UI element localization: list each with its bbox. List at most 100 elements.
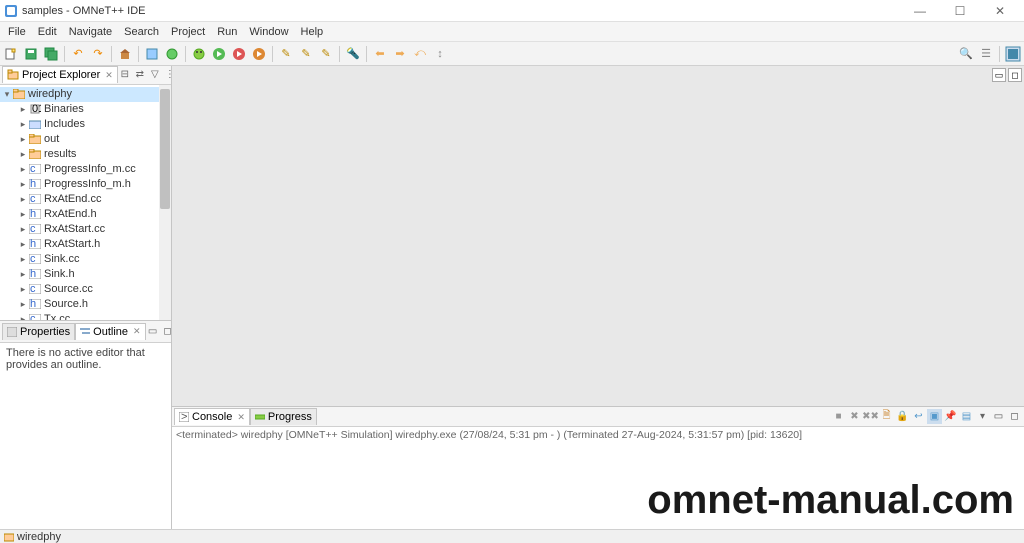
- statusbar: wiredphy: [0, 529, 1024, 543]
- scroll-lock-icon[interactable]: 🔒: [895, 409, 910, 424]
- minimize-view-icon[interactable]: ▭: [991, 409, 1006, 424]
- run-button[interactable]: [210, 45, 228, 63]
- link-editor-icon[interactable]: ⇄: [133, 68, 147, 82]
- tree-item[interactable]: ▸results: [0, 147, 171, 162]
- tree-item[interactable]: ▸hRxAtStart.h: [0, 237, 171, 252]
- external-tools-button[interactable]: [250, 45, 268, 63]
- close-icon[interactable]: ✕: [237, 412, 245, 423]
- nav-last-edit-button[interactable]: ⤺: [411, 45, 429, 63]
- tree-project-root[interactable]: ▾ wiredphy: [0, 87, 171, 102]
- tree-item[interactable]: ▸cSink.cc: [0, 252, 171, 267]
- menu-project[interactable]: Project: [165, 24, 211, 40]
- wizard-2-icon[interactable]: ✎: [297, 45, 315, 63]
- remove-all-icon[interactable]: ✖✖: [863, 409, 878, 424]
- window-close-button[interactable]: ✕: [980, 1, 1020, 21]
- tree-item-label: Sink.h: [44, 268, 75, 280]
- open-console-icon[interactable]: ▾: [975, 409, 990, 424]
- editor-minimize-icon[interactable]: ▭: [992, 68, 1006, 82]
- twisty-icon[interactable]: ▸: [18, 179, 28, 190]
- show-console-icon[interactable]: ▣: [927, 409, 942, 424]
- tree-item[interactable]: ▸out: [0, 132, 171, 147]
- tree-item[interactable]: ▸cSource.cc: [0, 282, 171, 297]
- terminate-icon[interactable]: ■: [831, 409, 846, 424]
- twisty-icon[interactable]: ▸: [18, 254, 28, 265]
- menu-run[interactable]: Run: [211, 24, 243, 40]
- close-icon[interactable]: ✕: [105, 70, 113, 81]
- wizard-3-icon[interactable]: ✎: [317, 45, 335, 63]
- twisty-icon[interactable]: ▸: [18, 194, 28, 205]
- menu-edit[interactable]: Edit: [32, 24, 63, 40]
- tab-progress[interactable]: Progress: [250, 408, 317, 425]
- save-all-button[interactable]: [42, 45, 60, 63]
- new-button[interactable]: [2, 45, 20, 63]
- tree-item[interactable]: ▸Includes: [0, 117, 171, 132]
- open-perspective-icon[interactable]: ☰: [977, 45, 995, 63]
- display-selected-icon[interactable]: ▤: [959, 409, 974, 424]
- twisty-icon[interactable]: ▸: [18, 104, 28, 115]
- word-wrap-icon[interactable]: ↩: [911, 409, 926, 424]
- tree-item[interactable]: ▸hSink.h: [0, 267, 171, 282]
- window-minimize-button[interactable]: —: [900, 1, 940, 21]
- maximize-view-icon[interactable]: ◻: [1007, 409, 1022, 424]
- nav-forward-button[interactable]: ➡: [391, 45, 409, 63]
- twisty-icon[interactable]: ▾: [2, 89, 12, 100]
- menu-search[interactable]: Search: [118, 24, 165, 40]
- tree-item[interactable]: ▸cRxAtEnd.cc: [0, 192, 171, 207]
- tree-item[interactable]: ▸01Binaries: [0, 102, 171, 117]
- twisty-icon[interactable]: ▸: [18, 299, 28, 310]
- tree-item[interactable]: ▸cProgressInfo_m.cc: [0, 162, 171, 177]
- twisty-icon[interactable]: ▸: [18, 149, 28, 160]
- explorer-tabbar: Project Explorer ✕ ⊟ ⇄ ▽ ⋮ ▭ ◻: [0, 66, 171, 85]
- tree-item[interactable]: ▸cTx.cc: [0, 312, 171, 320]
- clear-console-icon[interactable]: 🗎: [879, 409, 894, 424]
- twisty-icon[interactable]: ▸: [18, 164, 28, 175]
- profile-button[interactable]: [230, 45, 248, 63]
- file-icon: [28, 133, 42, 145]
- tab-outline[interactable]: Outline ✕: [75, 323, 145, 340]
- search-button[interactable]: 🔦: [344, 45, 362, 63]
- tab-project-explorer[interactable]: Project Explorer ✕: [2, 66, 118, 83]
- twisty-icon[interactable]: ▸: [18, 119, 28, 130]
- tree-scrollbar[interactable]: [159, 85, 171, 320]
- simulation-perspective-icon[interactable]: [1004, 45, 1022, 63]
- minimize-view-icon[interactable]: ▭: [146, 324, 160, 338]
- tree-item[interactable]: ▸hRxAtEnd.h: [0, 207, 171, 222]
- window-maximize-button[interactable]: ☐: [940, 1, 980, 21]
- console-icon: >: [179, 412, 189, 422]
- menu-navigate[interactable]: Navigate: [63, 24, 118, 40]
- wizard-1-icon[interactable]: ✎: [277, 45, 295, 63]
- save-button[interactable]: [22, 45, 40, 63]
- new-module-button[interactable]: [163, 45, 181, 63]
- build-button[interactable]: [116, 45, 134, 63]
- editor-maximize-icon[interactable]: ◻: [1008, 68, 1022, 82]
- filter-icon[interactable]: ▽: [148, 68, 162, 82]
- tree-item[interactable]: ▸hProgressInfo_m.h: [0, 177, 171, 192]
- twisty-icon[interactable]: ▸: [18, 269, 28, 280]
- quick-access-icon[interactable]: 🔍: [957, 45, 975, 63]
- tab-console[interactable]: > Console ✕: [174, 408, 250, 425]
- new-ned-button[interactable]: [143, 45, 161, 63]
- collapse-all-icon[interactable]: ⊟: [118, 68, 132, 82]
- menu-file[interactable]: File: [2, 24, 32, 40]
- remove-launch-icon[interactable]: ✖: [847, 409, 862, 424]
- twisty-icon[interactable]: ▸: [18, 224, 28, 235]
- project-tree[interactable]: ▾ wiredphy ▸01Binaries▸Includes▸out▸resu…: [0, 85, 171, 320]
- twisty-icon[interactable]: ▸: [18, 209, 28, 220]
- tree-item[interactable]: ▸hSource.h: [0, 297, 171, 312]
- pin-button[interactable]: ↕: [431, 45, 449, 63]
- menu-help[interactable]: Help: [295, 24, 330, 40]
- tree-item[interactable]: ▸cRxAtStart.cc: [0, 222, 171, 237]
- menu-window[interactable]: Window: [243, 24, 294, 40]
- undo-button[interactable]: ↶: [69, 45, 87, 63]
- twisty-icon[interactable]: ▸: [18, 284, 28, 295]
- redo-button[interactable]: ↷: [89, 45, 107, 63]
- tab-properties[interactable]: Properties: [2, 323, 75, 340]
- twisty-icon[interactable]: ▸: [18, 134, 28, 145]
- pin-console-icon[interactable]: 📌: [943, 409, 958, 424]
- nav-back-button[interactable]: ⬅: [371, 45, 389, 63]
- twisty-icon[interactable]: ▸: [18, 239, 28, 250]
- close-icon[interactable]: ✕: [133, 326, 141, 337]
- twisty-icon[interactable]: ▸: [18, 314, 28, 320]
- debug-button[interactable]: [190, 45, 208, 63]
- svg-text:h: h: [30, 179, 36, 189]
